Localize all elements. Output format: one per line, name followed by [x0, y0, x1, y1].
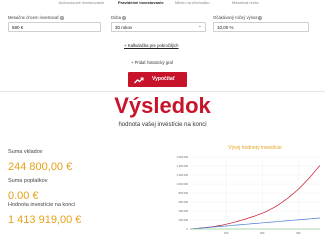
fees-value: 0.00 €	[8, 190, 39, 202]
calculate-button-label: Vypočítať	[152, 76, 176, 82]
y-tick-label: 600 000	[179, 200, 189, 204]
calculate-button[interactable]: Vypočítať	[128, 72, 187, 87]
deposits-label: Suma vkladov	[8, 149, 43, 155]
tab-rent[interactable]: Mesačná renta	[232, 0, 258, 5]
return-input[interactable]: 10,00 %	[213, 22, 309, 32]
fees-label: Suma poplatkov	[8, 178, 48, 184]
series-line-1	[189, 217, 321, 230]
period-label: Doba?	[111, 15, 127, 20]
y-tick-label: 800 000	[179, 191, 189, 195]
result-subtitle: hodnota vašej investície na konci	[118, 122, 207, 128]
x-tick-label: 100	[224, 231, 229, 235]
result-title: Výsledok	[114, 93, 211, 118]
monthly-label-text: Mesačne chcem investovať	[8, 15, 59, 20]
return-label-text: Očakávaný ročný výnos	[213, 15, 258, 20]
y-tick-label: 1 600 000	[176, 155, 188, 159]
advanced-calculator-link[interactable]: + Kalkulačka pre pokročilých	[124, 43, 179, 48]
x-tick-label: 300	[296, 231, 301, 235]
period-select[interactable]: 30 rokov ⌄	[111, 22, 206, 32]
period-label-text: Doba	[111, 15, 122, 20]
chart-trend-icon	[134, 76, 144, 91]
help-icon[interactable]: ?	[122, 15, 127, 20]
monthly-label: Mesačne chcem investovať?	[8, 15, 64, 20]
tab-one-time[interactable]: Jednorazové investovanie	[58, 0, 104, 5]
y-tick-label: 400 000	[179, 209, 189, 213]
y-tick-label: 1 400 000	[176, 164, 188, 168]
deposits-value: 244 800,00 €	[8, 161, 73, 173]
add-historical-chart-link[interactable]: + Pridať historický graf	[131, 60, 173, 65]
chart-title: Vývoj hodnoty investície	[228, 145, 282, 151]
tab-million[interactable]: Milión na dôchodku	[175, 0, 209, 5]
help-icon[interactable]: ?	[59, 15, 64, 20]
y-tick-label: 1 200 000	[176, 173, 188, 177]
return-label: Očakávaný ročný výnos?	[213, 15, 263, 20]
help-icon[interactable]: ?	[258, 15, 263, 20]
calculator-tabs: Jednorazové investovanie Pravidelné inve…	[0, 0, 325, 10]
final-value: 1 413 919,00 €	[8, 214, 82, 226]
y-tick-label: 200 000	[179, 218, 189, 222]
return-input-value: 10,00 %	[217, 25, 234, 30]
monthly-input-value: 680 €	[12, 25, 24, 30]
tab-regular[interactable]: Pravidelné investovanie	[118, 0, 164, 5]
monthly-input[interactable]: 680 €	[8, 22, 101, 32]
divider	[0, 91, 325, 92]
y-tick-label: 0	[187, 227, 189, 231]
x-tick-label: 200	[260, 231, 265, 235]
investment-growth-chart: Vývoj hodnoty investície 0 200 000 400 000 6…	[176, 145, 321, 235]
period-select-value: 30 rokov	[115, 25, 133, 30]
final-value-label: Hodnota investície na konci	[8, 202, 76, 208]
chevron-down-icon: ⌄	[197, 23, 202, 29]
y-tick-label: 1 000 000	[176, 182, 188, 186]
